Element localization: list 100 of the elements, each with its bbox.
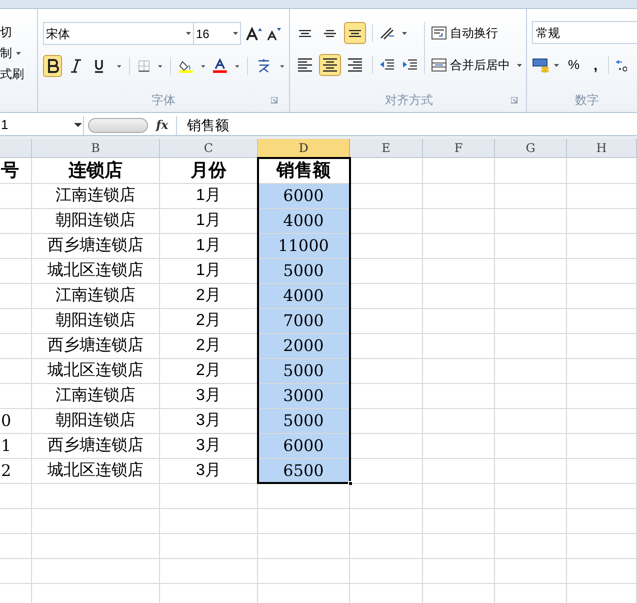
decrease-indent-icon: [379, 58, 395, 72]
table-cell: 5000: [258, 359, 350, 384]
align-bottom-button[interactable]: [344, 22, 366, 44]
table-cell: 6000: [258, 434, 350, 459]
column-header[interactable]: H: [567, 139, 637, 158]
grow-font-icon[interactable]: [246, 26, 262, 40]
empty-cell: [495, 259, 567, 284]
align-center-button[interactable]: [319, 54, 341, 76]
wrap-text-button[interactable]: 自动换行: [431, 22, 522, 44]
caret-icon: [554, 64, 559, 66]
empty-cell: [423, 309, 495, 334]
column-header[interactable]: E: [350, 139, 423, 158]
column-header[interactable]: B: [32, 139, 160, 158]
table-cell: 城北区连锁店: [32, 359, 160, 384]
clipboard-button[interactable]: 切: [0, 24, 37, 40]
caret-icon: [158, 64, 162, 68]
empty-cell: [495, 509, 567, 534]
empty-cell: [495, 484, 567, 509]
comma-button[interactable]: ,: [588, 54, 602, 76]
number-format-field[interactable]: 常规: [532, 21, 637, 44]
table-cell: 2月: [160, 334, 258, 359]
splitter-handle[interactable]: [88, 118, 148, 132]
empty-cell: [495, 359, 567, 384]
table-cell: 销售额: [258, 158, 350, 184]
column-header[interactable]: D: [258, 139, 350, 158]
phonetic-guide-icon: [256, 57, 272, 75]
empty-cell: [0, 309, 32, 334]
table-cell: 江南连锁店: [32, 284, 160, 309]
dialog-launcher-icon[interactable]: [271, 97, 278, 104]
fill-color-icon: [179, 58, 193, 74]
clipboard-button[interactable]: 式刷: [0, 66, 37, 82]
empty-cell: [423, 184, 495, 209]
table-cell: 西乡塘连锁店: [32, 234, 160, 259]
bold-button[interactable]: [43, 55, 62, 77]
clipboard-button[interactable]: 制: [0, 45, 37, 61]
empty-cell: [495, 158, 567, 184]
column-header[interactable]: C: [160, 139, 258, 158]
empty-cell: [495, 309, 567, 334]
column-header[interactable]: G: [495, 139, 567, 158]
table-cell: 4000: [258, 284, 350, 309]
percent-button[interactable]: %: [565, 55, 583, 75]
caret-icon: [235, 64, 240, 68]
empty-cell: [567, 484, 637, 509]
caret-icon: [186, 32, 191, 35]
table-cell: 西乡塘连锁店: [32, 334, 160, 359]
empty-cell: [495, 209, 567, 234]
font-name-field[interactable]: 宋体: [43, 22, 194, 45]
dialog-launcher-icon[interactable]: [511, 97, 518, 104]
table-cell: 朝阳连锁店: [32, 409, 160, 434]
formula-field[interactable]: 销售额: [176, 116, 637, 134]
column-header[interactable]: F: [423, 139, 495, 158]
font-size-field[interactable]: 16: [194, 22, 241, 45]
table-cell: 2000: [258, 334, 350, 359]
table-cell: 11000: [258, 234, 350, 259]
caret-icon: [16, 52, 21, 54]
align-top-icon: [298, 30, 312, 36]
caret-icon: [200, 64, 206, 68]
table-cell: 江南连锁店: [32, 384, 160, 409]
caret-icon: [517, 64, 522, 66]
empty-cell: [423, 434, 495, 459]
table-cell: 朝阳连锁店: [32, 309, 160, 334]
empty-cell: [567, 209, 637, 234]
caret-icon: [402, 32, 407, 34]
table-cell: 1月: [160, 184, 258, 209]
table-cell: 月份: [160, 158, 258, 184]
empty-cell: [495, 384, 567, 409]
name-box[interactable]: 1: [0, 116, 84, 134]
empty-cell: [567, 534, 637, 559]
empty-cell: [423, 158, 495, 184]
empty-cell: [423, 259, 495, 284]
italic-icon: [70, 59, 82, 73]
currency-button[interactable]: [532, 57, 559, 73]
table-cell: 1月: [160, 234, 258, 259]
field-text: 合并后居中: [450, 57, 510, 74]
empty-cell: [423, 234, 495, 259]
dropdown-icon: [74, 123, 82, 127]
table-cell: 朝阳连锁店: [32, 209, 160, 234]
underline-icon: [93, 59, 106, 73]
table-cell: 2: [0, 459, 32, 484]
merge-cells-icon: [431, 58, 447, 72]
empty-cell: [495, 284, 567, 309]
empty-cell: [495, 184, 567, 209]
borders-icon: [138, 59, 150, 73]
empty-cell: [0, 259, 32, 284]
table-cell: 西乡塘连锁店: [32, 434, 160, 459]
empty-cell: [423, 209, 495, 234]
merge-center-button[interactable]: 合并后居中: [431, 54, 522, 76]
empty-cell: [423, 534, 495, 559]
table-cell: 2月: [160, 284, 258, 309]
empty-cell: [567, 184, 637, 209]
empty-cell: [495, 234, 567, 259]
empty-cell: [567, 259, 637, 284]
field-text: 自动换行: [450, 25, 498, 42]
shrink-font-icon[interactable]: [267, 26, 281, 40]
empty-cell: [423, 484, 495, 509]
table-cell: 6000: [258, 184, 350, 209]
table-cell: 4000: [258, 209, 350, 234]
insert-function-button[interactable]: fx: [156, 116, 176, 134]
empty-cell: [0, 334, 32, 359]
empty-cell: [423, 384, 495, 409]
